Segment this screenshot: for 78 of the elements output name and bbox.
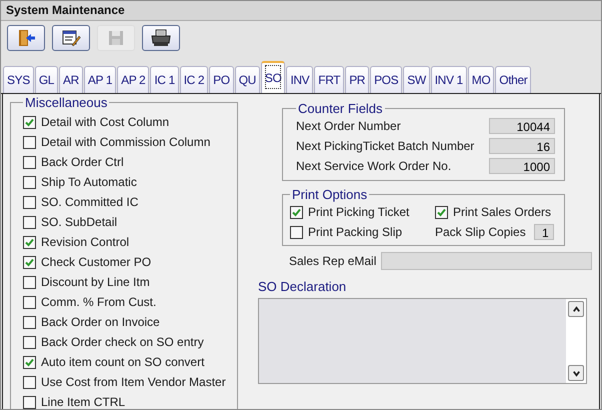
checkbox-label: Revision Control <box>41 235 130 249</box>
scroll-up-button[interactable] <box>568 301 584 317</box>
field-label: Next Order Number <box>296 119 401 133</box>
checkbox-label: Check Customer PO <box>41 255 152 269</box>
checkbox[interactable] <box>23 376 36 388</box>
checkbox[interactable] <box>23 216 36 228</box>
checkbox-label: Print Packing Slip <box>308 225 402 239</box>
field-label: Next PickingTicket Batch Number <box>296 139 474 153</box>
group-title: Miscellaneous <box>24 95 108 110</box>
tab[interactable]: SYS <box>3 66 34 93</box>
group-title: Counter Fields <box>297 101 384 116</box>
number-field[interactable]: 1 <box>534 224 554 240</box>
tab[interactable]: MO <box>468 66 494 93</box>
checkbox-label: Back Order Ctrl <box>41 155 124 169</box>
checkbox-label: Detail with Commission Column <box>41 135 210 149</box>
tab[interactable]: INV <box>286 66 314 93</box>
checkbox-label: Discount by Line Itm <box>41 275 150 289</box>
tab[interactable]: Other <box>495 66 532 93</box>
toolbar-button[interactable] <box>52 25 90 51</box>
caret-up-icon <box>572 304 580 314</box>
group-title: Print Options <box>291 187 368 202</box>
checkbox[interactable] <box>23 336 36 348</box>
field-label: Sales Rep eMail <box>289 254 376 268</box>
checkbox[interactable] <box>23 156 36 168</box>
checkbox-label: Detail with Cost Column <box>41 115 170 129</box>
field-label: Pack Slip Copies <box>435 225 526 239</box>
caret-down-icon <box>572 368 580 378</box>
checkbox-label: SO. Committed IC <box>41 195 138 209</box>
checkbox-label: Ship To Automatic <box>41 175 137 189</box>
tab[interactable]: FRT <box>314 66 344 93</box>
tab[interactable]: PO <box>209 66 234 93</box>
tab[interactable]: GL <box>34 66 58 93</box>
checkbox[interactable] <box>23 136 36 148</box>
number-field[interactable]: 1000 <box>489 158 555 174</box>
checkbox[interactable] <box>290 206 303 218</box>
checkbox-label: Print Sales Orders <box>453 205 552 219</box>
tab[interactable]: INV 1 <box>430 66 467 93</box>
checkbox-label: Back Order check on SO entry <box>41 335 204 349</box>
checkbox[interactable] <box>23 276 36 288</box>
toolbar-button[interactable] <box>7 25 45 51</box>
toolbar-button[interactable] <box>142 25 180 51</box>
tab[interactable]: SW <box>403 66 430 93</box>
number-field[interactable]: 16 <box>489 138 555 154</box>
printer-icon <box>150 28 172 48</box>
checkbox-label: Auto item count on SO convert <box>41 355 204 369</box>
checkbox[interactable] <box>290 226 303 238</box>
tab[interactable]: PR <box>345 66 370 93</box>
tab[interactable]: AP 2 <box>117 66 150 93</box>
tab[interactable]: AR <box>59 66 83 93</box>
checkbox[interactable] <box>23 236 36 248</box>
checkbox[interactable] <box>23 396 36 408</box>
email-field[interactable] <box>381 252 592 270</box>
checkbox[interactable] <box>23 176 36 188</box>
section-title: SO Declaration <box>258 279 348 294</box>
notepad-pencil-icon <box>61 28 81 48</box>
tab[interactable]: IC 1 <box>150 66 179 93</box>
checkbox[interactable] <box>23 296 36 308</box>
tab[interactable]: IC 2 <box>180 66 208 93</box>
window-title: System Maintenance <box>1 1 601 21</box>
checkbox[interactable] <box>23 256 36 268</box>
checkbox-label: SO. SubDetail <box>41 215 118 229</box>
scroll-down-button[interactable] <box>568 365 584 381</box>
checkbox-label: Comm. % From Cust. <box>41 295 156 309</box>
tab[interactable]: QU <box>234 66 260 93</box>
checkbox-label: Print Picking Ticket <box>308 205 410 219</box>
number-field[interactable]: 10044 <box>489 118 555 134</box>
checkbox[interactable] <box>435 206 448 218</box>
checkbox-label: Line Item CTRL <box>41 395 126 409</box>
checkbox-label: Back Order on Invoice <box>41 315 160 329</box>
door-icon <box>16 28 36 48</box>
checkbox[interactable] <box>23 356 36 368</box>
checkbox-label: Use Cost from Item Vendor Master <box>41 375 226 389</box>
tab[interactable]: AP 1 <box>84 66 116 93</box>
tab[interactable]: POS <box>370 66 402 93</box>
checkbox[interactable] <box>23 316 36 328</box>
field-label: Next Service Work Order No. <box>296 159 452 173</box>
checkbox[interactable] <box>23 196 36 208</box>
checkbox[interactable] <box>23 116 36 128</box>
